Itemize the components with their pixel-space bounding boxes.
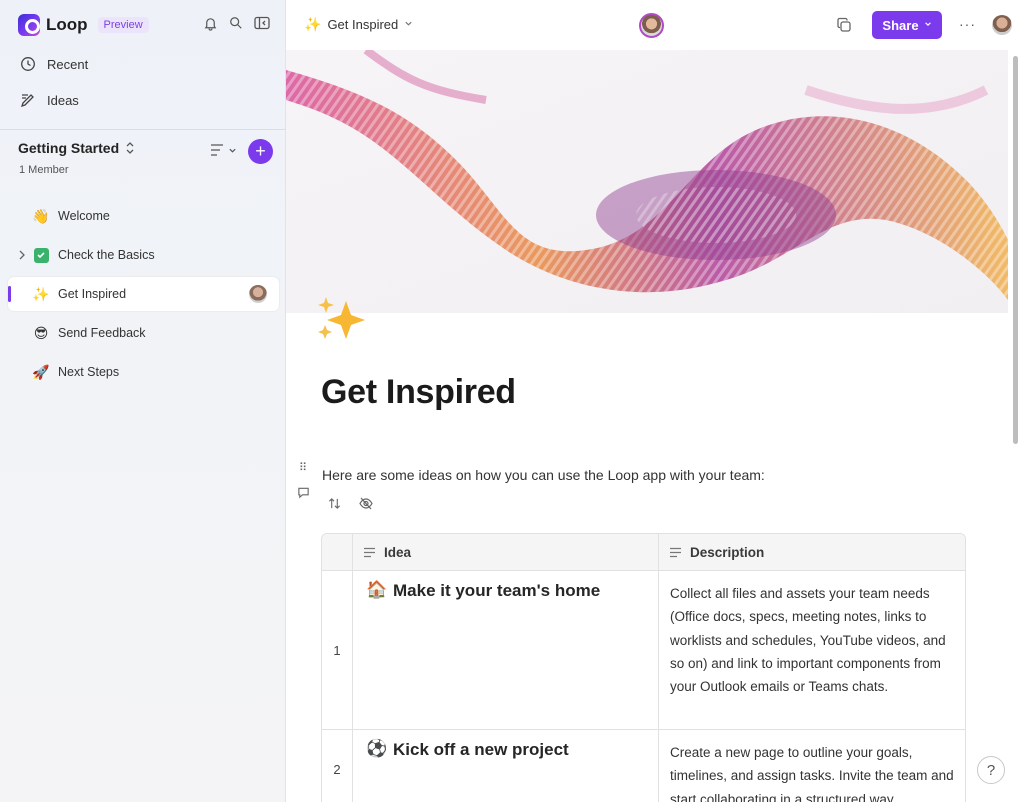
chevron-down-icon bbox=[404, 19, 413, 31]
nav-ideas[interactable]: Ideas bbox=[20, 92, 79, 108]
bell-icon[interactable] bbox=[202, 15, 218, 31]
breadcrumb-label: Get Inspired bbox=[327, 17, 399, 32]
sparkles-icon: ✨ bbox=[304, 16, 322, 32]
idea-text: Make it your team's home bbox=[393, 581, 601, 600]
sidebar-divider bbox=[0, 129, 286, 130]
workspace-title[interactable]: Getting Started bbox=[18, 140, 135, 156]
sort-icon[interactable] bbox=[328, 497, 341, 515]
hide-icon[interactable] bbox=[359, 497, 373, 515]
table-row[interactable]: 1 🏠 Make it your team's home Collect all… bbox=[322, 571, 965, 730]
page-title[interactable]: Get Inspired bbox=[321, 373, 516, 412]
sort-pages-button[interactable] bbox=[210, 143, 237, 157]
soccer-ball-icon: ⚽ bbox=[366, 739, 388, 758]
intro-paragraph[interactable]: Here are some ideas on how you can use t… bbox=[322, 467, 765, 483]
share-button[interactable]: Share bbox=[872, 11, 942, 39]
row-number: 1 bbox=[322, 571, 353, 729]
chevron-right-icon[interactable] bbox=[18, 250, 26, 263]
nav-recent-label: Recent bbox=[47, 56, 89, 72]
rocket-icon: 🚀 bbox=[32, 363, 50, 380]
table-row[interactable]: 2 ⚽ Kick off a new project Create a new … bbox=[322, 730, 965, 802]
comment-icon[interactable] bbox=[297, 486, 310, 504]
search-icon[interactable] bbox=[228, 15, 244, 31]
loop-logo-icon bbox=[18, 14, 40, 36]
chevron-down-icon bbox=[924, 20, 932, 30]
preview-badge: Preview bbox=[97, 17, 149, 33]
idea-text: Kick off a new project bbox=[393, 740, 569, 759]
copy-link-icon[interactable] bbox=[836, 17, 852, 38]
sidebar: Loop Preview Recent Ideas Getting Starte… bbox=[0, 0, 286, 802]
sidebar-page-check-the-basics[interactable]: Check the Basics bbox=[8, 238, 279, 272]
nav-ideas-label: Ideas bbox=[47, 92, 79, 108]
breadcrumb[interactable]: ✨ Get Inspired bbox=[304, 16, 413, 33]
sparkles-icon[interactable] bbox=[316, 295, 370, 345]
page-topbar: ✨ Get Inspired Share ··· bbox=[286, 0, 1024, 50]
sidebar-page-get-inspired[interactable]: ✨ Get Inspired bbox=[8, 277, 279, 311]
sidebar-toolbar bbox=[202, 15, 270, 31]
chevron-updown-icon bbox=[126, 142, 134, 154]
waving-hand-icon: 👋 bbox=[32, 207, 50, 224]
column-label: Description bbox=[690, 544, 765, 560]
active-collaborator-avatar[interactable] bbox=[639, 13, 664, 38]
add-page-button[interactable]: + bbox=[248, 139, 273, 164]
table-toolbar bbox=[328, 497, 373, 515]
description-cell[interactable]: Collect all files and assets your team n… bbox=[659, 571, 965, 729]
ideas-icon bbox=[20, 94, 34, 108]
ideas-table: Idea Description 1 🏠 Make it your team's… bbox=[321, 533, 966, 802]
workspace-members: 1 Member bbox=[19, 164, 69, 176]
nav-recent[interactable]: Recent bbox=[20, 56, 88, 72]
cover-image bbox=[286, 50, 1008, 313]
collaborator-avatar bbox=[249, 285, 267, 303]
workspace-title-text: Getting Started bbox=[18, 140, 120, 156]
sidebar-page-label: Send Feedback bbox=[58, 326, 146, 340]
checkbox-icon bbox=[32, 246, 50, 264]
smiley-sunglasses-icon: 😎 bbox=[33, 324, 49, 341]
share-label: Share bbox=[882, 17, 919, 33]
idea-cell[interactable]: 🏠 Make it your team's home bbox=[353, 571, 659, 729]
text-column-icon bbox=[364, 547, 375, 557]
column-label: Idea bbox=[384, 544, 412, 560]
description-cell[interactable]: Create a new page to outline your goals,… bbox=[659, 730, 965, 802]
collapse-sidebar-icon[interactable] bbox=[254, 15, 270, 31]
table-header-number bbox=[322, 534, 353, 570]
row-number: 2 bbox=[322, 730, 353, 802]
sidebar-page-label: Get Inspired bbox=[58, 287, 127, 301]
table-header: Idea Description bbox=[322, 534, 965, 571]
sparkles-icon: ✨ bbox=[32, 285, 50, 302]
table-header-description[interactable]: Description bbox=[659, 534, 965, 570]
main-content: ✨ Get Inspired Share ··· Get Inspired ⠿ … bbox=[286, 0, 1024, 802]
text-column-icon bbox=[670, 547, 681, 557]
app-brand[interactable]: Loop Preview bbox=[18, 12, 149, 38]
chevron-down-icon bbox=[229, 148, 236, 153]
sidebar-page-label: Next Steps bbox=[58, 365, 120, 379]
plus-icon: + bbox=[255, 141, 266, 161]
sidebar-page-next-steps[interactable]: 🚀 Next Steps bbox=[8, 355, 279, 389]
more-options-icon[interactable]: ··· bbox=[959, 16, 976, 32]
sidebar-page-welcome[interactable]: 👋 Welcome bbox=[8, 199, 279, 233]
list-sort-icon bbox=[211, 144, 223, 156]
house-icon: 🏠 bbox=[366, 580, 388, 599]
help-button[interactable]: ? bbox=[977, 756, 1005, 784]
idea-cell[interactable]: ⚽ Kick off a new project bbox=[353, 730, 659, 802]
app-name: Loop bbox=[46, 15, 88, 34]
table-header-idea[interactable]: Idea bbox=[353, 534, 659, 570]
sidebar-page-send-feedback[interactable]: 😎 Send Feedback bbox=[8, 316, 279, 350]
scrollbar[interactable] bbox=[1013, 56, 1018, 444]
clock-icon bbox=[21, 57, 35, 71]
sidebar-page-label: Check the Basics bbox=[58, 248, 155, 262]
sidebar-page-label: Welcome bbox=[58, 209, 110, 223]
drag-handle-icon[interactable]: ⠿ bbox=[299, 463, 307, 474]
user-avatar[interactable] bbox=[992, 15, 1012, 35]
